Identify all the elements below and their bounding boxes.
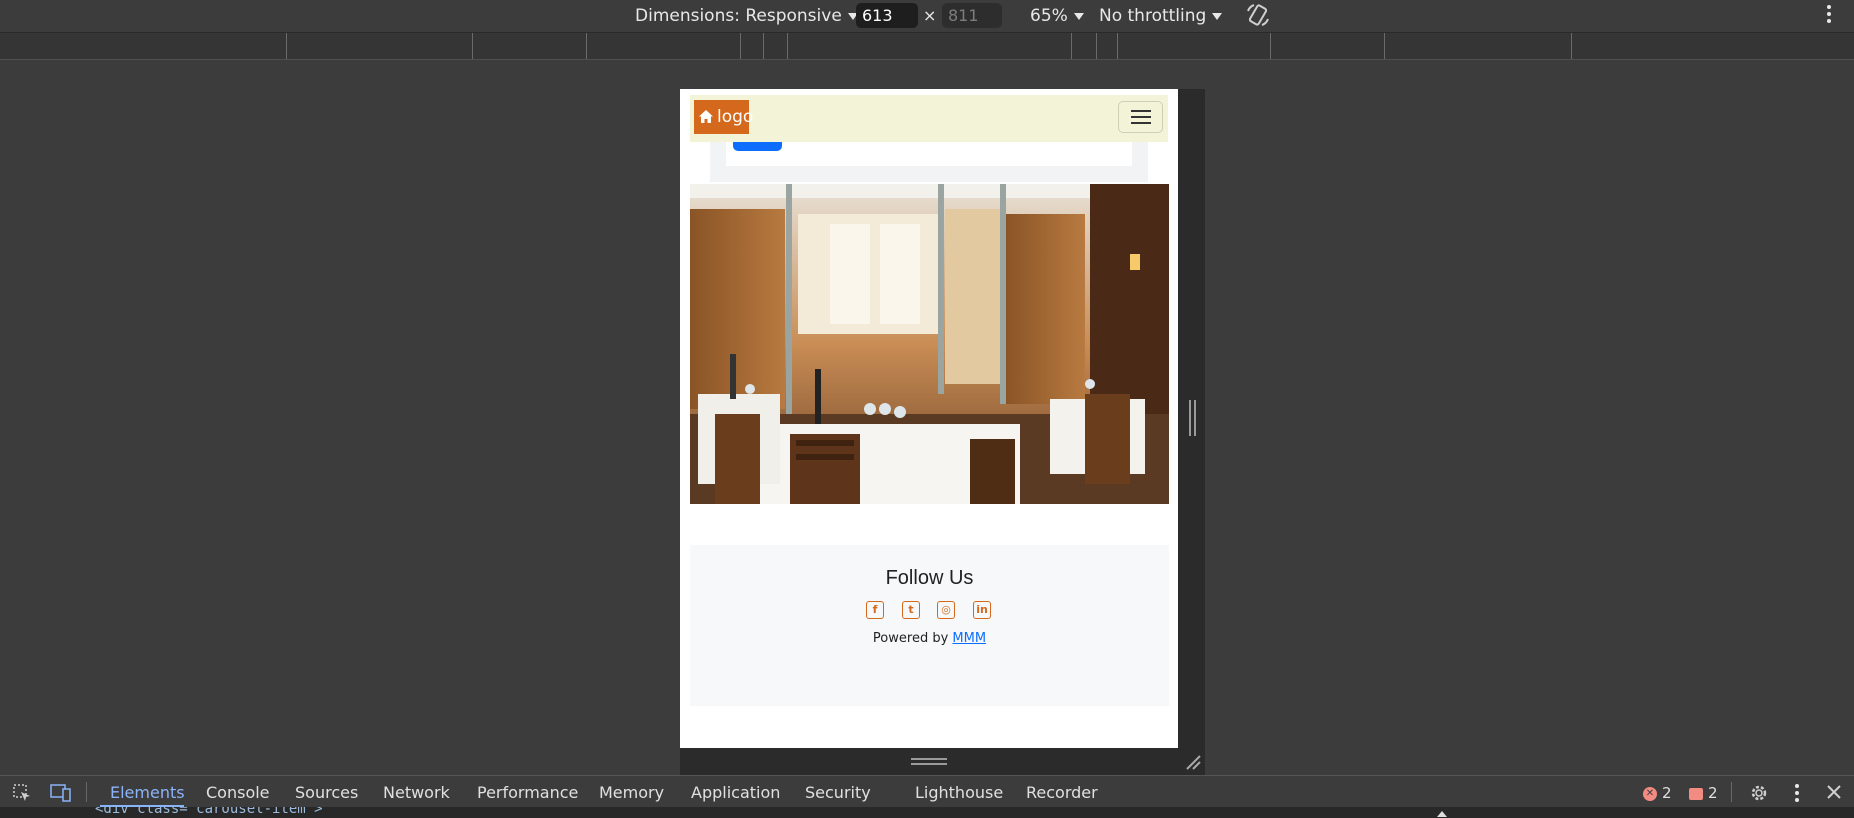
scroll-up-icon[interactable] <box>1436 809 1448 817</box>
height-input[interactable]: 811 <box>942 3 1002 28</box>
collapsed-panel <box>710 142 1148 182</box>
device-toolbar: Dimensions: Responsive 613 × 811 65% No … <box>0 0 1854 33</box>
throttling-label: No throttling <box>1099 6 1207 26</box>
warning-count: 2 <box>1708 784 1718 802</box>
resize-handle-right[interactable] <box>1189 400 1196 436</box>
error-count-badge[interactable]: ✕ 2 <box>1643 784 1672 802</box>
error-icon: ✕ <box>1643 786 1657 801</box>
elements-code-preview: <div class="carousel-item"> <box>0 807 1854 818</box>
device-toggle-icon[interactable] <box>50 783 72 803</box>
throttling-dropdown[interactable]: No throttling <box>1099 4 1223 28</box>
dimensions-dropdown[interactable]: Dimensions: Responsive <box>635 4 858 28</box>
devtools-more-icon[interactable] <box>1795 784 1799 805</box>
footer: Follow Us f t ◎ in Powered by MMM <box>690 545 1169 706</box>
navbar-toggler-button[interactable] <box>1118 101 1163 133</box>
brand-logo[interactable]: logo <box>694 100 753 134</box>
facebook-icon[interactable]: f <box>866 601 884 619</box>
restaurant-photo <box>690 184 1169 504</box>
powered-by-label: Powered by <box>872 631 949 646</box>
tab-lighthouse[interactable]: Lighthouse <box>915 782 1003 804</box>
primary-button[interactable] <box>733 142 782 151</box>
width-input[interactable]: 613 <box>856 3 918 28</box>
tab-recorder[interactable]: Recorder <box>1026 782 1098 804</box>
panel-inner <box>726 142 1132 166</box>
divider <box>1731 782 1732 802</box>
home-icon <box>699 110 713 123</box>
media-query-bar[interactable] <box>0 33 1854 60</box>
logo-text: logo <box>717 107 754 127</box>
chevron-down-icon <box>1073 12 1084 20</box>
divider <box>86 782 87 802</box>
dimensions-label: Dimensions: Responsive <box>635 6 842 26</box>
tab-memory[interactable]: Memory <box>599 782 664 804</box>
linkedin-icon[interactable]: in <box>973 601 991 619</box>
rotate-icon[interactable] <box>1245 2 1271 26</box>
powered-by-link[interactable]: MMM <box>952 631 986 646</box>
powered-by-text: Powered by MMM <box>690 631 1169 646</box>
devtools-tabbar: Elements Console Sources Network Perform… <box>0 775 1854 808</box>
zoom-label: 65% <box>1030 6 1068 26</box>
resize-corner-icon[interactable] <box>1185 754 1201 770</box>
settings-gear-icon[interactable] <box>1748 782 1770 804</box>
tab-sources[interactable]: Sources <box>295 782 358 804</box>
tab-performance[interactable]: Performance <box>477 782 578 804</box>
chevron-down-icon <box>1212 12 1223 20</box>
tab-elements[interactable]: Elements <box>110 782 185 804</box>
issue-icon <box>1689 787 1703 800</box>
close-icon[interactable] <box>1826 784 1842 800</box>
emulated-viewport: logo Follow Us f t ◎ in Powered by MMM <box>680 89 1178 748</box>
times-sign: × <box>923 6 937 25</box>
navbar: logo <box>690 95 1168 142</box>
resize-handle-bottom[interactable] <box>911 758 947 765</box>
zoom-dropdown[interactable]: 65% <box>1030 4 1084 28</box>
twitter-icon[interactable]: t <box>902 601 920 619</box>
tab-network[interactable]: Network <box>383 782 450 804</box>
warning-count-badge[interactable]: 2 <box>1689 784 1718 802</box>
follow-us-heading: Follow Us <box>885 567 974 589</box>
inspect-element-icon[interactable] <box>12 783 32 803</box>
code-snippet: <div class="carousel-item"> <box>95 807 323 817</box>
social-links: f t ◎ in <box>866 601 994 621</box>
error-count: 2 <box>1662 784 1672 802</box>
instagram-icon[interactable]: ◎ <box>937 601 955 619</box>
carousel-image <box>690 184 1169 504</box>
tab-application[interactable]: Application <box>691 782 780 804</box>
tab-console[interactable]: Console <box>206 782 270 804</box>
more-options-icon[interactable] <box>1827 5 1831 26</box>
tab-security[interactable]: Security <box>805 782 871 804</box>
